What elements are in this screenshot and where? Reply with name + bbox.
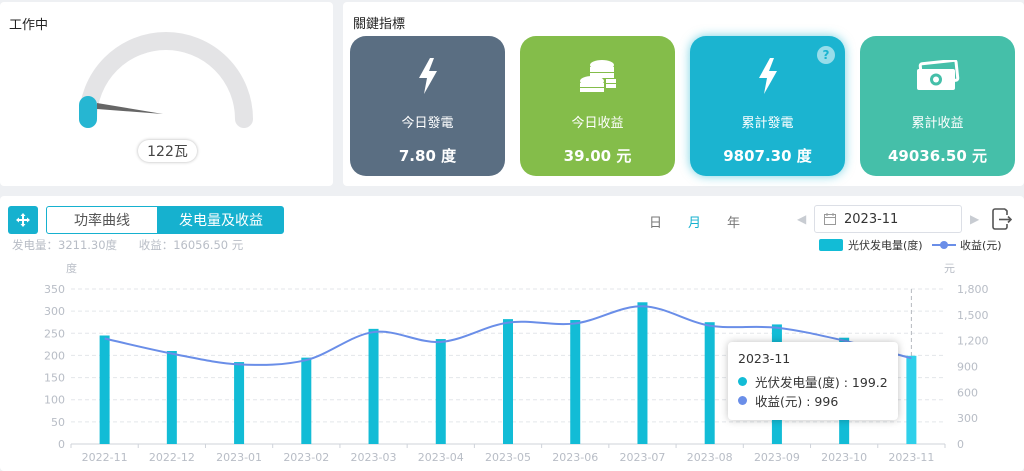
help-icon[interactable]: ? (817, 46, 835, 64)
y-right-tick-label: 900 (957, 361, 978, 374)
bar (570, 320, 581, 444)
status-gauge-card: 工作中 122瓦 (0, 2, 333, 186)
bar (166, 351, 177, 444)
y-left-tick-label: 50 (51, 416, 65, 429)
kpi-today-energy: 今日發電 7.80 度 (350, 36, 505, 176)
kpi-title: 關鍵指標 (353, 17, 406, 32)
bar (637, 302, 648, 444)
gauge-value: 122瓦 (138, 140, 197, 162)
tooltip-bar-value: 光伏发电量(度) : 199.2 (755, 375, 888, 390)
bar (99, 335, 110, 444)
tooltip-line-value: 收益(元) : 996 (755, 394, 839, 409)
energy-income-chart: 0 50 100 150 200 250 300 350 0 300 600 900 1,200 1,50… (44, 261, 989, 464)
y-right-tick-label: 1,200 (957, 335, 989, 348)
bar (435, 339, 446, 444)
x-tick-label: 2023-08 (687, 451, 733, 464)
y-left-tick-label: 300 (44, 305, 65, 318)
x-tick-label: 2023-05 (485, 451, 531, 464)
x-tick-label: 2023-11 (888, 451, 934, 464)
y-right-tick-label: 300 (957, 412, 978, 425)
x-tick-label: 2023-07 (619, 451, 665, 464)
y-left-tick-label: 200 (44, 349, 65, 362)
y-left-tick-label: 100 (44, 394, 65, 407)
x-tick-label: 2022-11 (82, 451, 128, 464)
y-right-axis-label: 元 (944, 262, 955, 275)
kpi-today-income: 今日收益 39.00 元 (520, 36, 675, 176)
y-left-tick-label: 350 (44, 283, 65, 296)
bar (704, 322, 715, 444)
coins-icon (578, 56, 618, 96)
gauge-needle (97, 103, 163, 114)
bar (368, 328, 379, 444)
x-tick-label: 2023-10 (821, 451, 867, 464)
y-right-tick-label: 0 (957, 438, 964, 451)
bar (906, 355, 917, 444)
x-tick-label: 2023-01 (216, 451, 262, 464)
kpi-label: 累計發電 (741, 116, 794, 131)
x-tick-label: 2022-12 (149, 451, 195, 464)
tooltip-title: 2023-11 (738, 351, 791, 366)
y-left-axis-label: 度 (66, 261, 77, 275)
kpi-total-energy: ? 累計發電 9807.30 度 (690, 36, 845, 176)
bar (503, 319, 513, 444)
energy-chart-card: 功率曲线 发电量及收益 发电量：3211.30度 收益：16056.50 元 日… (0, 196, 1024, 471)
y-right-tick-label: 1,800 (957, 283, 989, 296)
x-tick-label: 2023-09 (754, 451, 800, 464)
y-left-tick-label: 0 (58, 438, 65, 451)
kpi-label: 累計收益 (911, 116, 964, 131)
tooltip-line-dot (738, 396, 747, 405)
kpi-value: 9807.30 度 (723, 147, 812, 165)
kpi-value: 7.80 度 (398, 147, 457, 165)
kpi-value: 39.00 元 (563, 147, 632, 165)
key-metrics-card: 關鍵指標 今日發電 7.80 度 今日收益 39.00 元 ? 累計發電 980… (343, 2, 1024, 186)
kpi-label: 今日收益 (571, 116, 624, 131)
kpi-label: 今日發電 (401, 116, 454, 131)
x-tick-label: 2023-06 (552, 451, 598, 464)
lightning-icon (757, 56, 779, 96)
x-tick-label: 2023-03 (351, 451, 397, 464)
bar (301, 357, 312, 444)
lightning-icon (417, 56, 439, 96)
x-tick-label: 2023-02 (283, 451, 329, 464)
y-left-tick-label: 150 (44, 372, 65, 385)
y-left-tick-label: 250 (44, 327, 65, 340)
y-right-tick-label: 1,500 (957, 309, 989, 322)
bar (234, 362, 245, 444)
x-tick-label: 2023-04 (418, 451, 464, 464)
kpi-value: 49036.50 元 (888, 147, 987, 165)
chart-tooltip: 2023-11 光伏发电量(度) : 199.2 收益(元) : 996 (728, 342, 898, 420)
tooltip-bar-dot (738, 377, 747, 386)
kpi-total-income: 累計收益 49036.50 元 (860, 36, 1015, 176)
y-right-tick-label: 600 (957, 386, 978, 399)
banknotes-icon (915, 56, 961, 96)
